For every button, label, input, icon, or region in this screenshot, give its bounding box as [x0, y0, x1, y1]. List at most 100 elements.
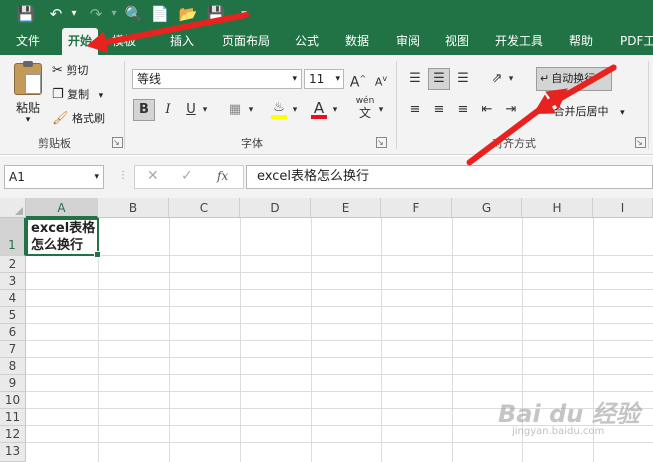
align-center-icon[interactable]: ≡ [428, 99, 450, 121]
font-color-dropdown-icon[interactable]: ▾ [330, 99, 340, 121]
select-all-corner[interactable] [0, 198, 26, 218]
new-file-icon[interactable]: 📄 [150, 4, 170, 24]
increase-indent-icon[interactable]: ⇥ [500, 99, 522, 121]
more-options-icon[interactable]: ⋮ [118, 170, 128, 181]
row-header-7[interactable]: 7 [0, 341, 26, 358]
column-header-b[interactable]: B [98, 198, 169, 218]
cut-button[interactable]: ✂ 剪切 [52, 61, 88, 81]
tab-file[interactable]: 文件 [16, 28, 40, 55]
clipboard-icon [14, 61, 42, 95]
font-group-label: 字体 [241, 137, 263, 150]
align-right-icon[interactable]: ≡ [452, 99, 474, 121]
wrap-text-icon: ↵ [540, 72, 550, 85]
alignment-launcher-icon[interactable]: ↘ [635, 137, 646, 148]
cancel-icon[interactable]: ✕ [147, 168, 159, 184]
bottom-align-icon[interactable]: ☰ [452, 68, 474, 90]
tab-developer[interactable]: 开发工具 [495, 28, 543, 55]
chevron-down-icon: ▾ [335, 74, 340, 84]
save-icon[interactable]: 💾 [16, 4, 36, 24]
orientation-icon[interactable]: ⇗ [486, 68, 508, 90]
font-size-select[interactable]: 11 ▾ [304, 69, 344, 89]
decrease-indent-icon[interactable]: ⇤ [476, 99, 498, 121]
row-header-8[interactable]: 8 [0, 358, 26, 375]
column-header-d[interactable]: D [240, 198, 311, 218]
undo-dropdown-icon[interactable]: ▾ [64, 4, 84, 24]
top-align-icon[interactable]: ☰ [404, 68, 426, 90]
row-header-6[interactable]: 6 [0, 324, 26, 341]
decrease-font-size-button[interactable]: Av [370, 68, 392, 90]
fill-color-button[interactable]: ♨ [268, 97, 290, 119]
column-header-f[interactable]: F [381, 198, 452, 218]
fill-color-dropdown-icon[interactable]: ▾ [290, 99, 300, 121]
paste-button[interactable]: 粘贴 ▾ [10, 61, 46, 125]
insert-function-icon[interactable]: fx [217, 169, 228, 183]
tab-page-layout[interactable]: 页面布局 [222, 28, 270, 55]
row-header-12[interactable]: 12 [0, 426, 26, 443]
scissors-icon: ✂ [52, 63, 63, 78]
format-painter-button[interactable]: 🖌 格式刷 [52, 109, 105, 129]
clipboard-group-label: 剪贴板 [38, 137, 71, 150]
row-header-9[interactable]: 9 [0, 375, 26, 392]
underline-dropdown-icon[interactable]: ▾ [200, 99, 210, 121]
row-header-11[interactable]: 11 [0, 409, 26, 426]
tab-review[interactable]: 审阅 [396, 28, 420, 55]
column-header-g[interactable]: G [452, 198, 522, 218]
copy-icon: ❐ [52, 87, 64, 102]
row-header-13[interactable]: 13 [0, 443, 26, 462]
paintbrush-icon: 🖌 [52, 111, 69, 126]
enter-icon[interactable]: ✓ [181, 168, 193, 184]
column-header-h[interactable]: H [522, 198, 593, 218]
middle-align-icon[interactable]: ☰ [428, 68, 450, 90]
paste-label: 粘贴 [15, 101, 40, 115]
increase-font-size-button[interactable]: A^ [347, 68, 369, 91]
tab-pdf[interactable]: PDF工 [620, 28, 653, 55]
row-header-5[interactable]: 5 [0, 307, 26, 324]
formula-input[interactable]: excel表格怎么换行 [246, 165, 653, 189]
phonetic-guide-button[interactable]: wén 文 [354, 95, 376, 119]
borders-dropdown-icon[interactable]: ▾ [246, 99, 256, 121]
phonetic-dropdown-icon[interactable]: ▾ [376, 99, 386, 121]
formula-bar: A1 ▾ ⋮ ✕ ✓ fx excel表格怎么换行 [0, 156, 653, 198]
row-header-3[interactable]: 3 [0, 273, 26, 290]
undo-icon[interactable]: ↶ [46, 4, 66, 24]
bold-button[interactable]: B [133, 99, 155, 121]
column-header-e[interactable]: E [311, 198, 381, 218]
print-preview-icon[interactable]: 🔍 [124, 4, 144, 24]
font-name-select[interactable]: 等线 ▾ [132, 69, 302, 89]
redo-icon[interactable]: ↷ [86, 4, 106, 24]
row-header-10[interactable]: 10 [0, 392, 26, 409]
watermark-logo: Bai du 经验 [498, 400, 640, 428]
borders-icon[interactable]: ▦ [224, 99, 246, 121]
paint-bucket-icon: ♨ [273, 100, 285, 115]
copy-button[interactable]: ❐ 复制 ▾ [52, 85, 103, 105]
column-header-c[interactable]: C [169, 198, 240, 218]
name-box[interactable]: A1 ▾ [4, 165, 104, 189]
tab-help[interactable]: 帮助 [569, 28, 593, 55]
tab-formulas[interactable]: 公式 [295, 28, 319, 55]
copy-dropdown-icon: ▾ [98, 91, 104, 101]
column-header-i[interactable]: I [593, 198, 653, 218]
column-header-a[interactable]: A [26, 198, 98, 218]
row-header-4[interactable]: 4 [0, 290, 26, 307]
tab-data[interactable]: 数据 [345, 28, 369, 55]
orientation-dropdown-icon[interactable]: ▾ [506, 68, 516, 90]
align-left-icon[interactable]: ≡ [404, 99, 426, 121]
chevron-down-icon: ▾ [292, 74, 297, 84]
redo-dropdown-icon[interactable]: ▾ [104, 4, 124, 24]
cell-a1[interactable]: excel表格 怎么换行 [26, 218, 101, 258]
font-launcher-icon[interactable]: ↘ [376, 137, 387, 148]
spreadsheet-grid: A B C D E F G H I 1 2 3 4 5 6 7 8 9 10 1… [0, 198, 653, 462]
clipboard-launcher-icon[interactable]: ↘ [112, 137, 123, 148]
tab-view[interactable]: 视图 [445, 28, 469, 55]
merge-dropdown-icon: ▾ [620, 108, 625, 118]
italic-button[interactable]: I [157, 99, 179, 121]
underline-button[interactable]: U [180, 99, 202, 121]
paste-dropdown-icon: ▾ [25, 115, 31, 125]
chevron-down-icon: ▾ [94, 172, 99, 182]
title-bar: 💾 ↶ ▾ ↷ ▾ 🔍 📄 📂 💾 ▾ [0, 0, 653, 28]
watermark-url: jingyan.baidu.com [512, 426, 605, 437]
row-header-2[interactable]: 2 [0, 256, 26, 273]
font-color-button[interactable]: A [308, 97, 330, 119]
fill-handle[interactable] [94, 251, 101, 258]
row-header-1[interactable]: 1 [0, 218, 26, 256]
